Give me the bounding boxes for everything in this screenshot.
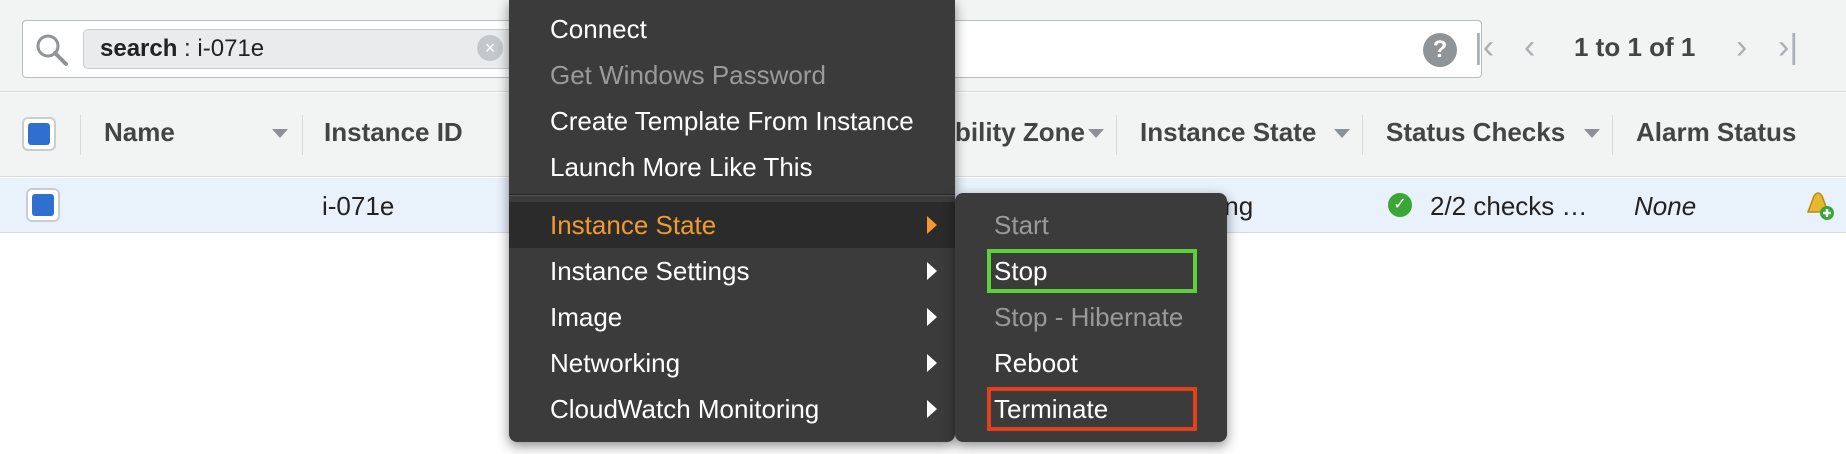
menu-item-create-template[interactable]: Create Template From Instance — [509, 98, 955, 144]
menu-item-label: Connect — [550, 14, 647, 44]
menu-item-instance-state[interactable]: Instance State — [509, 202, 955, 248]
submenu-item-label: Stop - Hibernate — [994, 302, 1184, 332]
submenu-item-label: Stop — [994, 256, 1048, 286]
column-header-status-checks[interactable]: Status Checks — [1386, 117, 1565, 148]
submenu-arrow-icon — [927, 400, 937, 418]
submenu-item-stop[interactable]: Stop — [955, 248, 1227, 294]
search-token-separator: : — [177, 35, 198, 62]
submenu-arrow-icon — [927, 308, 937, 326]
menu-item-cloudwatch-monitoring[interactable]: CloudWatch Monitoring — [509, 386, 955, 432]
column-header-name[interactable]: Name — [104, 117, 175, 148]
column-header-instance-state[interactable]: Instance State — [1140, 117, 1316, 148]
submenu-item-label: Terminate — [994, 394, 1109, 424]
help-icon[interactable]: ? — [1423, 33, 1457, 67]
submenu-item-label: Reboot — [994, 348, 1078, 378]
cell-status-checks[interactable]: 2/2 checks … — [1430, 191, 1588, 222]
sort-availability-zone-icon[interactable] — [1088, 129, 1104, 138]
menu-item-label: Networking — [550, 348, 681, 378]
menu-item-label: Image — [550, 302, 623, 332]
instance-context-menu: Connect Get Windows Password Create Temp… — [509, 0, 955, 442]
menu-item-label: Instance State — [550, 210, 717, 240]
last-page-icon[interactable]: ›| — [1778, 30, 1798, 64]
submenu-item-reboot[interactable]: Reboot — [955, 340, 1227, 386]
submenu-arrow-icon — [927, 262, 937, 280]
submenu-item-terminate[interactable]: Terminate — [955, 386, 1227, 432]
select-all-checkbox[interactable] — [22, 117, 56, 151]
menu-item-instance-settings[interactable]: Instance Settings — [509, 248, 955, 294]
menu-item-image[interactable]: Image — [509, 294, 955, 340]
instance-state-submenu: Start Stop Stop - Hibernate Reboot Termi… — [955, 193, 1227, 442]
sort-instance-state-icon[interactable] — [1334, 129, 1350, 138]
search-token-key: search — [100, 35, 178, 62]
menu-item-networking[interactable]: Networking — [509, 340, 955, 386]
column-header-alarm-status[interactable]: Alarm Status — [1636, 117, 1796, 148]
menu-item-launch-more[interactable]: Launch More Like This — [509, 144, 955, 190]
check-circle-icon: ✓ — [1388, 193, 1412, 217]
search-icon — [36, 34, 68, 66]
column-header-instance-id[interactable]: Instance ID — [324, 117, 463, 148]
first-page-icon[interactable]: |‹ — [1474, 30, 1494, 64]
submenu-item-start: Start — [955, 202, 1227, 248]
menu-item-label: Get Windows Password — [550, 60, 826, 90]
sort-status-checks-icon[interactable] — [1584, 129, 1600, 138]
submenu-item-label: Start — [994, 210, 1049, 240]
menu-item-get-windows-password: Get Windows Password — [509, 52, 955, 98]
menu-item-label: Instance Settings — [550, 256, 750, 286]
search-token-value: i-071e — [197, 35, 265, 62]
menu-divider — [509, 194, 955, 196]
column-header-availability-zone[interactable]: bility Zone — [955, 117, 1085, 148]
menu-item-label: CloudWatch Monitoring — [550, 394, 820, 424]
menu-item-connect[interactable]: Connect — [509, 6, 955, 52]
cell-instance-id: i-071e — [322, 191, 395, 221]
search-token[interactable]: search : i-071e — [83, 29, 537, 69]
next-page-icon[interactable]: › — [1736, 30, 1747, 64]
cell-alarm-status: None — [1634, 191, 1697, 221]
submenu-arrow-icon — [927, 216, 937, 234]
previous-page-icon[interactable]: ‹ — [1524, 30, 1535, 64]
pagination-text: 1 to 1 of 1 — [1574, 32, 1696, 62]
submenu-arrow-icon — [927, 354, 937, 372]
submenu-item-stop-hibernate: Stop - Hibernate — [955, 294, 1227, 340]
sort-name-icon[interactable] — [272, 129, 288, 138]
clear-token-icon[interactable]: × — [477, 35, 503, 61]
menu-item-label: Launch More Like This — [550, 152, 813, 182]
menu-item-label: Create Template From Instance — [550, 106, 914, 136]
alarm-bell-add-icon[interactable] — [1800, 186, 1836, 222]
row-checkbox[interactable] — [26, 188, 60, 222]
